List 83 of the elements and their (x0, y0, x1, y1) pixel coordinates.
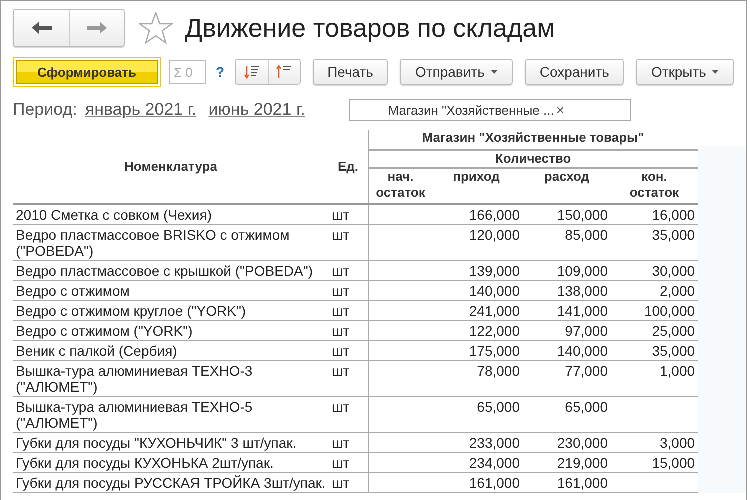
right-arrow-icon (86, 21, 108, 35)
quantity-cell: 109,000 (557, 263, 608, 279)
column-header: приход (453, 169, 500, 184)
sort-descending-icon (244, 65, 260, 79)
sort-ascending-icon (276, 65, 292, 79)
unit-cell: шт (332, 207, 350, 223)
toolbar-button[interactable]: Открыть (636, 59, 734, 85)
unit-cell: шт (332, 227, 350, 243)
product-name: Ведро с отжимом круглое ("YORK") (16, 303, 246, 319)
star-icon[interactable] (139, 12, 173, 44)
quantity-cell: 3,000 (660, 435, 696, 451)
column-header: расход (544, 169, 590, 184)
window-title: Движение товаров по складам (185, 12, 555, 44)
product-name: Ведро пластмассовое BRISKO с отжимом ("POBEDA") (16, 227, 290, 259)
product-name: Губки для посуды РУССКАЯ ТРОЙКА 3шт/упак. (16, 475, 326, 491)
period-label: Период: (13, 100, 78, 120)
quantity-cell: 100,000 (644, 303, 696, 319)
product-name: Вышка-тура алюминиевая ТЕХНО-5 ("АЛЮМЕТ") (16, 399, 253, 431)
quantity-cell: 85,000 (565, 227, 608, 243)
quantity-cell: 78,000 (477, 363, 520, 379)
unit-cell: шт (332, 399, 350, 415)
unit-cell: шт (332, 323, 350, 339)
quantity-cell: 140,000 (557, 343, 608, 359)
toolbar-button[interactable]: Отправить (400, 59, 513, 85)
quantity-cell: 35,000 (652, 343, 696, 359)
help-link[interactable]: ? (216, 64, 225, 80)
left-arrow-icon (30, 21, 52, 35)
store-filter-field[interactable]: Магазин "Хозяйственные ...× (349, 99, 632, 121)
column-header: кон. остаток (628, 169, 680, 201)
quantity-cell: 97,000 (565, 323, 608, 339)
quantity-cell: 65,000 (477, 399, 520, 415)
quantity-cell: 16,000 (652, 207, 696, 223)
column-group-header: Магазин "Хозяйственные товары" (422, 130, 644, 145)
product-name: Вышка-тура алюминиевая ТЕХНО-3 ("АЛЮМЕТ") (16, 363, 253, 395)
toolbar-button[interactable]: Печать (312, 59, 388, 85)
quantity-cell: 2,000 (660, 283, 696, 299)
column-header: Номенклатура (124, 158, 218, 174)
quantity-cell: 161,000 (469, 475, 520, 491)
quantity-cell: 120,000 (469, 227, 520, 243)
quantity-cell: 150,000 (557, 207, 608, 223)
column-header: Ед. (338, 158, 359, 174)
product-name: Веник с палкой (Сербия) (16, 343, 178, 359)
quantity-cell: 140,000 (469, 283, 520, 299)
unit-cell: шт (332, 435, 350, 451)
quantity-cell: 241,000 (469, 303, 520, 319)
quantity-cell: 1,000 (660, 363, 696, 379)
quantity-cell: 219,000 (557, 455, 608, 471)
unit-cell: шт (332, 363, 350, 379)
quantity-cell: 166,000 (469, 207, 520, 223)
quantity-cell: 175,000 (469, 343, 520, 359)
quantity-cell: 65,000 (565, 399, 608, 415)
period-start-link[interactable]: январь 2021 г. (85, 100, 197, 120)
unit-cell: шт (332, 303, 350, 319)
toolbar-button[interactable]: Сохранить (524, 59, 624, 85)
quantity-cell: 230,000 (557, 435, 608, 451)
quantity-cell: 15,000 (652, 455, 696, 471)
product-name: Ведро с отжимом ("YORK") (16, 323, 193, 339)
column-group-header: Количество (495, 151, 572, 166)
unit-cell: шт (332, 475, 350, 491)
clear-icon[interactable]: × (556, 102, 565, 118)
generate-button[interactable]: Сформировать (13, 57, 161, 87)
quantity-cell: 234,000 (469, 455, 520, 471)
quantity-cell: 25,000 (652, 323, 696, 339)
unit-cell: шт (332, 343, 350, 359)
product-name: Ведро пластмассовое с крышкой ("POBEDA") (16, 263, 313, 279)
quantity-cell: 161,000 (557, 475, 608, 491)
quantity-cell: 139,000 (469, 263, 520, 279)
product-name: Губки для посуды "КУХОНЬЧИК" 3 шт/упак. (16, 435, 297, 451)
quantity-cell: 35,000 (652, 227, 696, 243)
unit-cell: шт (332, 263, 350, 279)
product-name: Губки для посуды КУХОНЬКА 2шт/упак. (16, 455, 274, 471)
period-end-link[interactable]: июнь 2021 г. (208, 100, 306, 120)
quantity-cell: 138,000 (557, 283, 608, 299)
product-name: Ведро с отжимом (16, 283, 130, 299)
unit-cell: шт (332, 455, 350, 471)
quantity-cell: 30,000 (652, 263, 696, 279)
column-header: нач. остаток (376, 169, 426, 200)
quantity-cell: 141,000 (557, 303, 608, 319)
unit-cell: шт (332, 283, 350, 299)
quantity-cell: 77,000 (565, 363, 608, 379)
quantity-cell: 122,000 (469, 323, 520, 339)
quantity-cell: 233,000 (469, 435, 520, 451)
product-name: 2010 Сметка с совком (Чехия) (16, 207, 212, 223)
